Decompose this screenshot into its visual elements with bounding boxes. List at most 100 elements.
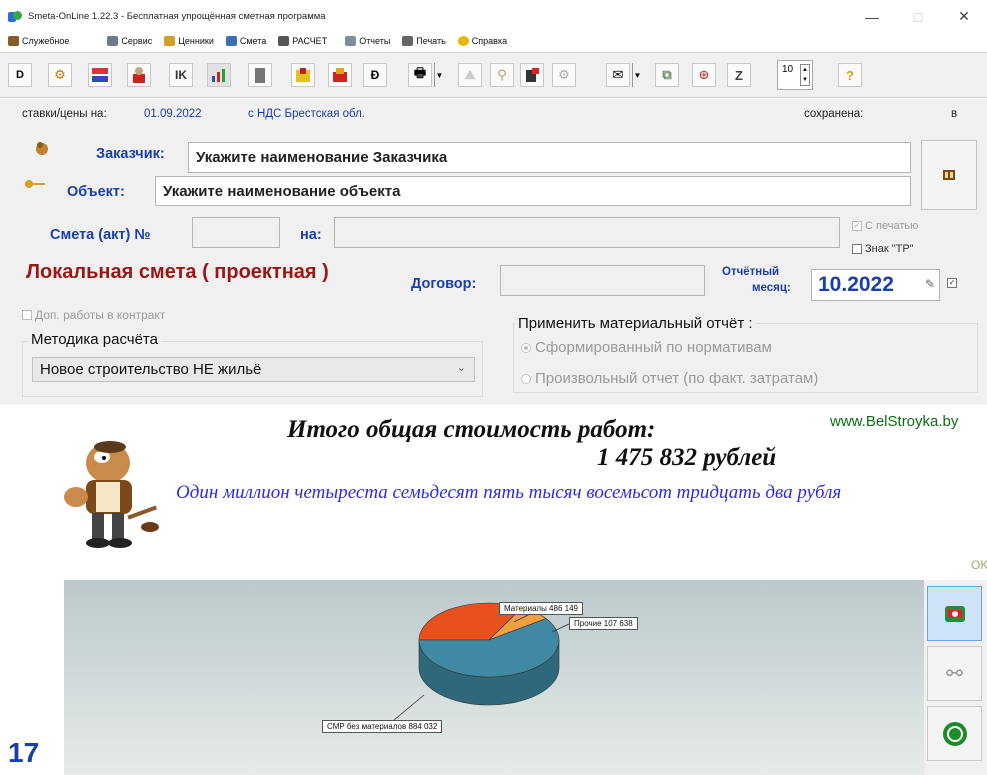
title-bar: Smeta-OnLine 1.22.3 - Бесплатная упрощён… <box>0 0 987 33</box>
radio-dot <box>521 373 531 384</box>
font-size-stepper[interactable]: 10 ▲ ▼ <box>777 60 813 90</box>
report-month-label-1: Отчётный <box>722 266 780 278</box>
settings-grey-button[interactable]: ⚙ <box>552 63 576 87</box>
font-size-value: 10 <box>782 64 794 75</box>
menu-label: РАСЧЕТ <box>292 36 328 46</box>
tools-yellow-button[interactable] <box>291 63 315 87</box>
checkbox-box: ✓ <box>852 221 862 231</box>
menu-label: Справка <box>471 36 508 46</box>
customer-icon <box>36 142 48 155</box>
link-icon: ⚯ <box>946 663 963 685</box>
estimate-number-input[interactable] <box>192 217 280 248</box>
checkbox-box <box>852 244 862 254</box>
table-icon <box>225 36 237 46</box>
object-input[interactable]: Укажите наименование объекта <box>155 176 911 206</box>
contract-label: Договор: <box>411 276 477 292</box>
menu-label: Служебное <box>22 36 70 46</box>
menu-print[interactable]: Печать <box>402 36 446 46</box>
estimate-number-label: Смета (акт) № <box>50 227 151 243</box>
menu-calculation[interactable]: РАСЧЕТ <box>278 36 327 46</box>
tr-mark-checkbox[interactable]: Знак "ТР" <box>852 243 914 255</box>
refresh-button[interactable] <box>927 706 982 761</box>
minimize-button[interactable]: — <box>849 0 895 33</box>
customer-lookup-button[interactable] <box>921 140 977 210</box>
norms-button[interactable] <box>88 63 112 87</box>
worker-mascot-image <box>64 441 159 548</box>
report-month-input[interactable]: 10.2022 ✎ <box>811 269 940 301</box>
mountain-icon: ⛰ <box>464 67 476 82</box>
copy-button[interactable]: ⧉ <box>655 63 679 87</box>
chart-view-button[interactable] <box>927 586 982 641</box>
report-month-checkbox[interactable]: ✓ <box>947 278 960 288</box>
material-report-option-custom[interactable]: Произвольный отчет (по факт. затратам) <box>521 370 818 387</box>
status-row: ставки/цены на: 01.09.2022 с НДС Брестск… <box>0 99 987 130</box>
price-tag-icon <box>164 36 176 46</box>
menu-help[interactable]: Справка <box>457 36 508 46</box>
rates-label: ставки/цены на: <box>22 108 107 120</box>
web-button[interactable]: ⊕ <box>692 63 716 87</box>
estimate-date-input[interactable] <box>334 217 840 248</box>
stepper-arrows[interactable]: ▲ ▼ <box>800 64 810 86</box>
clipboard-button[interactable] <box>248 63 272 87</box>
chart-icon <box>212 69 225 82</box>
folder-icon: ⚙ <box>54 67 66 82</box>
print-dropdown[interactable]: ▼ <box>434 63 444 87</box>
estimate-type-title: Локальная смета ( проектная ) <box>26 261 329 283</box>
website-link[interactable]: www.BelStroyka.by <box>830 413 958 430</box>
material-report-option-norms[interactable]: Сформированный по нормативам <box>521 339 772 356</box>
menu-reports[interactable]: Отчеты <box>345 36 390 46</box>
total-sum: 1 475 832 рублей <box>597 444 777 471</box>
note-button[interactable]: Z <box>727 63 751 87</box>
saved-label: сохранена: <box>804 108 864 120</box>
report-icon <box>345 36 357 46</box>
globe-icon: ⊕ <box>698 67 710 82</box>
clipboard-icon <box>255 68 265 83</box>
help-button[interactable]: ? <box>838 63 862 87</box>
maximize-button[interactable]: □ <box>895 0 941 33</box>
menu-service[interactable]: Сервис <box>107 36 152 46</box>
cost-breakdown-chart: Материалы 486 149 Прочие 107 638 СМР без… <box>64 580 924 775</box>
disabled-btn-2[interactable]: ⚲ <box>490 63 514 87</box>
red-flag-button[interactable] <box>520 63 544 87</box>
contract-input[interactable] <box>500 265 705 296</box>
customer-input[interactable]: Укажите наименование Заказчика <box>188 142 911 173</box>
extra-works-checkbox[interactable]: Доп. работы в контракт <box>22 308 165 322</box>
menu-service-tools[interactable]: Служебное <box>8 36 69 46</box>
menu-label: Печать <box>416 36 446 46</box>
question-icon: ? <box>846 67 854 83</box>
new-document-button[interactable]: D <box>8 63 32 87</box>
menu-bar: Служебное Сервис Ценники Смета РАСЧЕТ От… <box>0 33 987 49</box>
gear-icon: ⚙ <box>558 67 570 82</box>
menu-price-lists[interactable]: Ценники <box>164 36 214 46</box>
toolbar: D ⚙ IK Ð 🖶 ▼ ⛰ ⚲ ⚙ ✉ ▼ ⧉ ⊕ Z 10 ▲ ▼ ? <box>0 52 987 98</box>
calculator-icon <box>278 36 290 46</box>
method-label: Методика расчёта <box>28 331 161 348</box>
open-button[interactable]: ⚙ <box>48 63 72 87</box>
printer-icon <box>402 36 414 46</box>
pencil-icon[interactable]: ✎ <box>925 277 935 291</box>
menu-estimate[interactable]: Смета <box>225 36 266 46</box>
norms-icon <box>92 68 108 82</box>
tools-icon <box>8 36 19 46</box>
tr-mark-label: Знак "ТР" <box>865 243 914 255</box>
export-button[interactable]: Ð <box>363 63 387 87</box>
window-title: Smeta-OnLine 1.22.3 - Бесплатная упрощён… <box>28 11 326 22</box>
mail-button[interactable]: ✉ <box>606 63 630 87</box>
customer-label: Заказчик: <box>96 146 165 162</box>
disabled-btn-1[interactable]: ⛰ <box>458 63 482 87</box>
method-select[interactable]: Новое строительство НЕ жильё ⌄ <box>32 357 475 382</box>
tools-red-button[interactable] <box>328 63 352 87</box>
print-button[interactable]: 🖶 <box>408 63 432 87</box>
chart-mode-button[interactable] <box>207 63 231 87</box>
pin-icon: ⚲ <box>497 67 507 82</box>
ik-button[interactable]: IK <box>169 63 193 87</box>
link-button[interactable]: ⚯ <box>927 646 982 701</box>
total-title: Итого общая стоимость работ: <box>287 416 656 443</box>
book-icon <box>943 170 955 180</box>
with-print-checkbox[interactable]: ✓ С печатью <box>852 220 918 232</box>
worker-button[interactable] <box>127 63 151 87</box>
option-label: Сформированный по нормативам <box>535 339 772 356</box>
close-button[interactable]: ✕ <box>941 0 987 33</box>
mail-dropdown[interactable]: ▼ <box>632 63 642 87</box>
key-icon <box>25 180 45 188</box>
